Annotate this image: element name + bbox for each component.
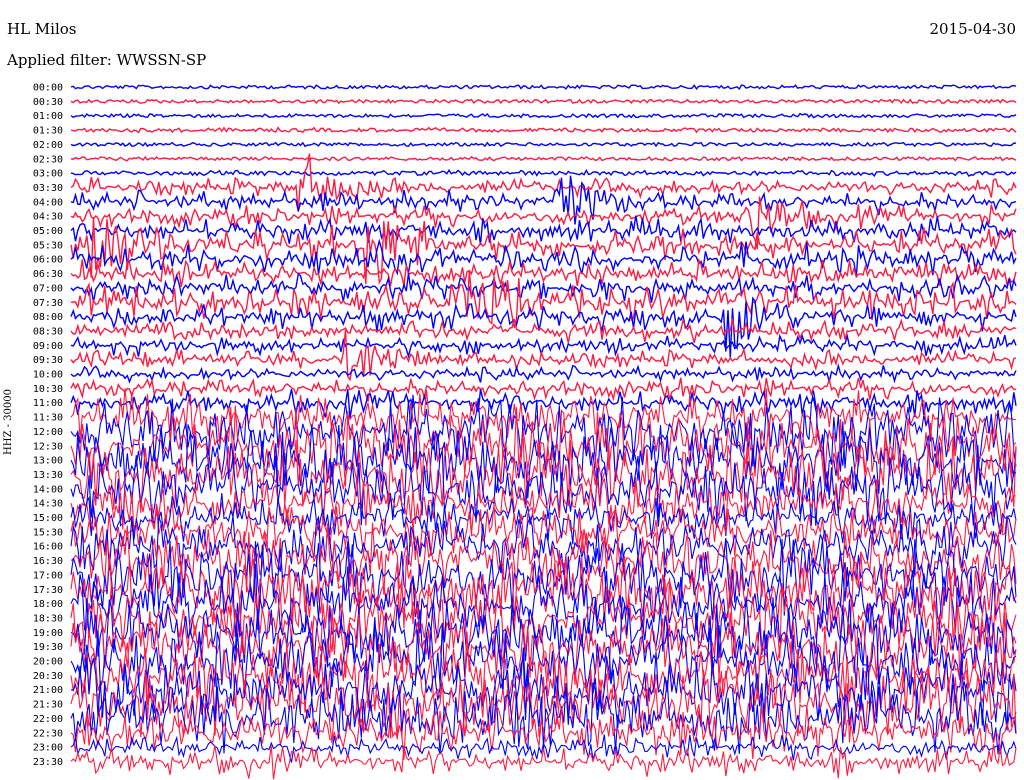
time-label: 18:30: [33, 613, 63, 624]
trace-0630: [70, 257, 1017, 288]
time-label: 15:00: [33, 513, 63, 524]
time-label: 03:30: [33, 183, 63, 194]
time-label: 13:30: [33, 470, 63, 481]
time-label: 08:30: [33, 326, 63, 337]
time-label: 22:30: [33, 728, 63, 739]
trace-0100: [70, 112, 1017, 119]
time-label: 11:00: [33, 398, 63, 409]
trace-0300: [70, 168, 1017, 178]
time-label: 00:00: [33, 83, 63, 94]
time-label: 12:30: [33, 441, 63, 452]
time-label: 06:00: [33, 255, 63, 266]
trace-0200: [70, 141, 1017, 148]
time-label: 10:30: [33, 384, 63, 395]
time-label: 14:30: [33, 499, 63, 510]
time-label: 18:00: [33, 599, 63, 610]
time-label: 20:00: [33, 657, 63, 668]
time-label: 12:00: [33, 427, 63, 438]
time-label: 07:00: [33, 283, 63, 294]
time-label: 20:30: [33, 671, 63, 682]
time-label: 05:00: [33, 226, 63, 237]
time-label: 04:00: [33, 197, 63, 208]
time-label: 23:30: [33, 757, 63, 768]
time-label: 00:30: [33, 97, 63, 108]
time-label: 22:00: [33, 714, 63, 725]
trace-0600: [70, 238, 1017, 278]
trace-0130: [70, 126, 1017, 134]
time-label: 17:00: [33, 570, 63, 581]
time-label: 01:00: [33, 111, 63, 122]
time-label: 21:00: [33, 685, 63, 696]
time-label: 10:00: [33, 370, 63, 381]
trace-layer: [70, 84, 1017, 780]
time-label: 08:00: [33, 312, 63, 323]
trace-1030: [70, 377, 1017, 402]
time-label: 02:30: [33, 154, 63, 165]
time-label: 21:30: [33, 700, 63, 711]
time-label: 17:30: [33, 585, 63, 596]
time-label: 01:30: [33, 126, 63, 137]
time-label: 14:00: [33, 484, 63, 495]
trace-0000: [70, 84, 1017, 91]
time-label-layer: 00:00 00:30 01:00 01:30 02:00 02:30 03:00 03:30…: [33, 83, 63, 768]
time-label: 11:30: [33, 413, 63, 424]
trace-2330: [70, 744, 1017, 780]
time-label: 02:00: [33, 140, 63, 151]
time-label: 19:30: [33, 642, 63, 653]
time-label: 03:00: [33, 169, 63, 180]
time-label: 09:30: [33, 355, 63, 366]
time-label: 15:30: [33, 527, 63, 538]
time-label: 09:00: [33, 341, 63, 352]
seismogram-plot: 00:00 00:30 01:00 01:30 02:00 02:30 03:00 03:30…: [33, 83, 1017, 780]
time-label: 06:30: [33, 269, 63, 280]
trace-0830: [70, 318, 1017, 343]
time-label: 04:30: [33, 212, 63, 223]
trace-0030: [70, 98, 1017, 105]
time-label: 16:00: [33, 542, 63, 553]
time-label: 19:00: [33, 628, 63, 639]
time-label: 13:00: [33, 456, 63, 467]
time-label: 07:30: [33, 298, 63, 309]
trace-1000: [70, 363, 1017, 384]
time-label: 16:30: [33, 556, 63, 567]
trace-0230: [70, 155, 1017, 162]
trace-0900: [70, 333, 1017, 359]
time-label: 23:00: [33, 743, 63, 754]
time-label: 05:30: [33, 240, 63, 251]
